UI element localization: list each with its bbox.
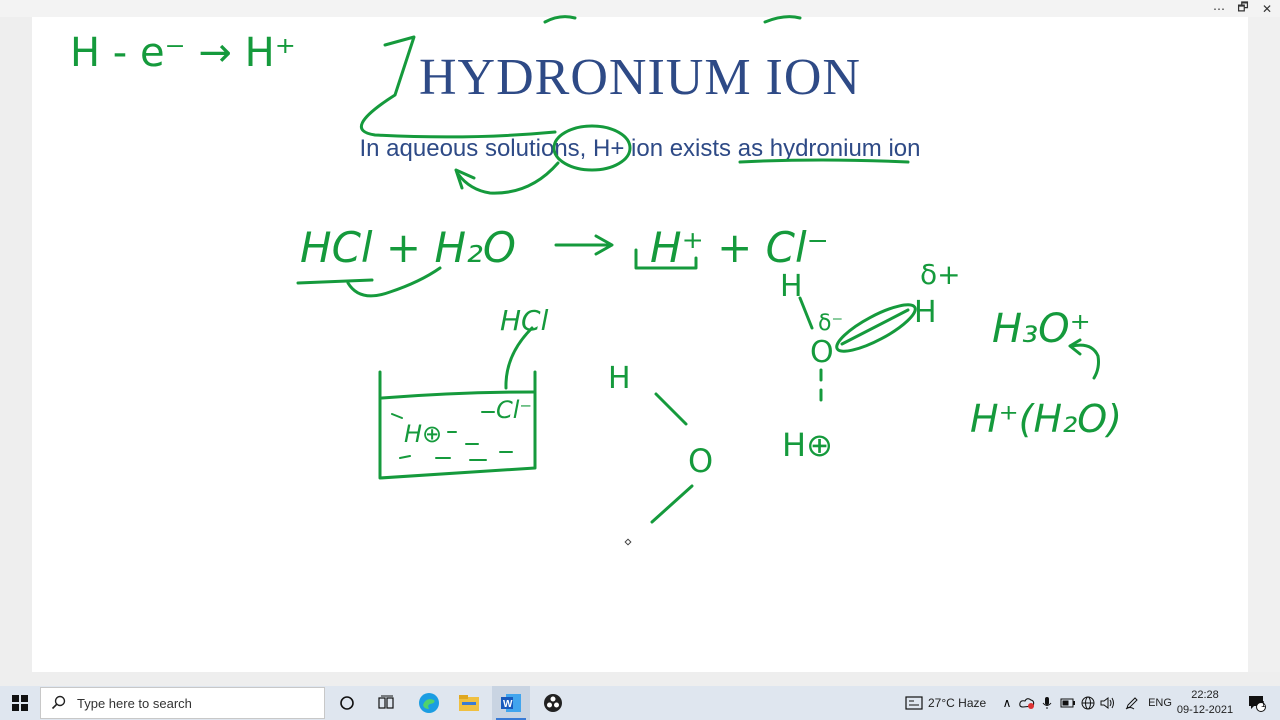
obs-icon (544, 694, 562, 712)
word-app[interactable]: W (492, 686, 530, 720)
widgets-button[interactable] (902, 686, 926, 720)
edge-icon (419, 693, 439, 713)
task-view-button[interactable] (372, 686, 402, 720)
file-explorer-icon (459, 695, 479, 711)
language-indicator[interactable]: ENG (1146, 686, 1174, 720)
chevron-up-icon[interactable]: ∧ (998, 686, 1016, 720)
canvas-margin (1248, 17, 1280, 672)
network-globe-icon[interactable] (1078, 686, 1098, 720)
pen-icon[interactable] (1122, 686, 1142, 720)
clock-time: 22:28 (1191, 689, 1219, 701)
cortana-button[interactable] (332, 686, 362, 720)
task-view-icon (378, 695, 394, 709)
whiteboard-canvas[interactable]: HYDRONIUM ION In aqueous solutions, H+ i… (32, 17, 1248, 672)
close-icon[interactable]: ✕ (1255, 0, 1279, 17)
edge-app[interactable] (412, 686, 446, 720)
cloud-sync-icon[interactable] (1018, 686, 1036, 720)
svg-text:W: W (503, 699, 513, 710)
volume-icon[interactable] (1098, 686, 1118, 720)
slide-title: HYDRONIUM ION (419, 49, 861, 106)
weather-widget[interactable]: 27°C Haze (928, 686, 992, 720)
cortana-icon (340, 696, 354, 710)
search-placeholder: Type here to search (77, 695, 192, 711)
system-clock[interactable]: 22:28 09-12-2021 (1172, 688, 1238, 718)
microphone-icon[interactable] (1038, 686, 1056, 720)
more-options-icon[interactable]: ⋯ (1207, 0, 1231, 17)
word-icon: W (501, 694, 521, 712)
start-button[interactable] (0, 686, 40, 720)
file-explorer-app[interactable] (452, 686, 486, 720)
windows-taskbar: Type here to search W 27°C Haze ∧ ENG 22… (0, 686, 1280, 720)
notification-center-button[interactable]: 1 (1242, 686, 1272, 720)
clock-date: 09-12-2021 (1176, 704, 1234, 716)
obs-app[interactable] (536, 686, 570, 720)
start-icon (12, 695, 28, 711)
slide-subtitle: In aqueous solutions, H+ ion exists as h… (359, 135, 921, 162)
battery-icon[interactable] (1058, 686, 1078, 720)
news-icon (905, 696, 923, 710)
notification-count: 1 (1261, 700, 1266, 709)
taskbar-search-box[interactable]: Type here to search (40, 687, 325, 719)
restore-icon[interactable]: 🗗 (1231, 0, 1255, 17)
search-icon (51, 695, 66, 710)
window-title-bar: ⋯ 🗗 ✕ (0, 0, 1280, 17)
